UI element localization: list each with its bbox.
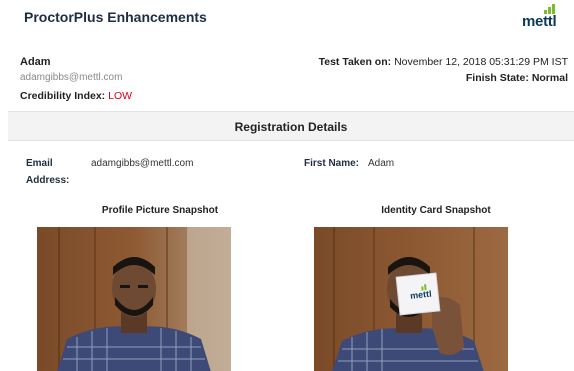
first-name-value: Adam bbox=[368, 158, 395, 169]
test-taken: Test Taken on: November 12, 2018 05:31:2… bbox=[319, 56, 568, 68]
finish-state: Finish State: Normal bbox=[466, 72, 568, 84]
test-taken-label: Test Taken on: bbox=[318, 56, 392, 68]
email-address-label: Email Address: bbox=[26, 155, 69, 189]
page-title: ProctorPlus Enhancements bbox=[24, 9, 207, 25]
candidate-name: Adam bbox=[20, 56, 51, 68]
credibility-value: LOW bbox=[108, 90, 133, 102]
section-title: Registration Details bbox=[234, 120, 348, 134]
id-card-snapshot-title: Identity Card Snapshot bbox=[381, 205, 491, 216]
credibility-index: Credibility Index: LOW bbox=[20, 90, 132, 102]
page-header: ProctorPlus Enhancements mettl bbox=[0, 0, 574, 36]
test-taken-value: November 12, 2018 05:31:29 PM IST bbox=[394, 56, 568, 68]
first-name-label: First Name: bbox=[304, 158, 360, 169]
identity-card-snapshot: mettl bbox=[314, 227, 508, 371]
candidate-email: adamgibbs@mettl.com bbox=[20, 72, 123, 83]
email-label-line2: Address: bbox=[26, 175, 70, 186]
logo-text: mettl bbox=[522, 13, 557, 30]
profile-snapshot-title: Profile Picture Snapshot bbox=[101, 205, 219, 216]
finish-state-value: Normal bbox=[531, 72, 568, 84]
profile-picture-snapshot bbox=[37, 227, 231, 371]
registration-details-header: Registration Details bbox=[8, 111, 574, 141]
email-label-line1: Email bbox=[26, 158, 53, 169]
mettl-logo: mettl bbox=[522, 4, 566, 30]
credibility-label: Credibility Index: bbox=[20, 90, 106, 102]
finish-state-label: Finish State: bbox=[465, 72, 529, 84]
email-address-value: adamgibbs@mettl.com bbox=[91, 158, 194, 169]
